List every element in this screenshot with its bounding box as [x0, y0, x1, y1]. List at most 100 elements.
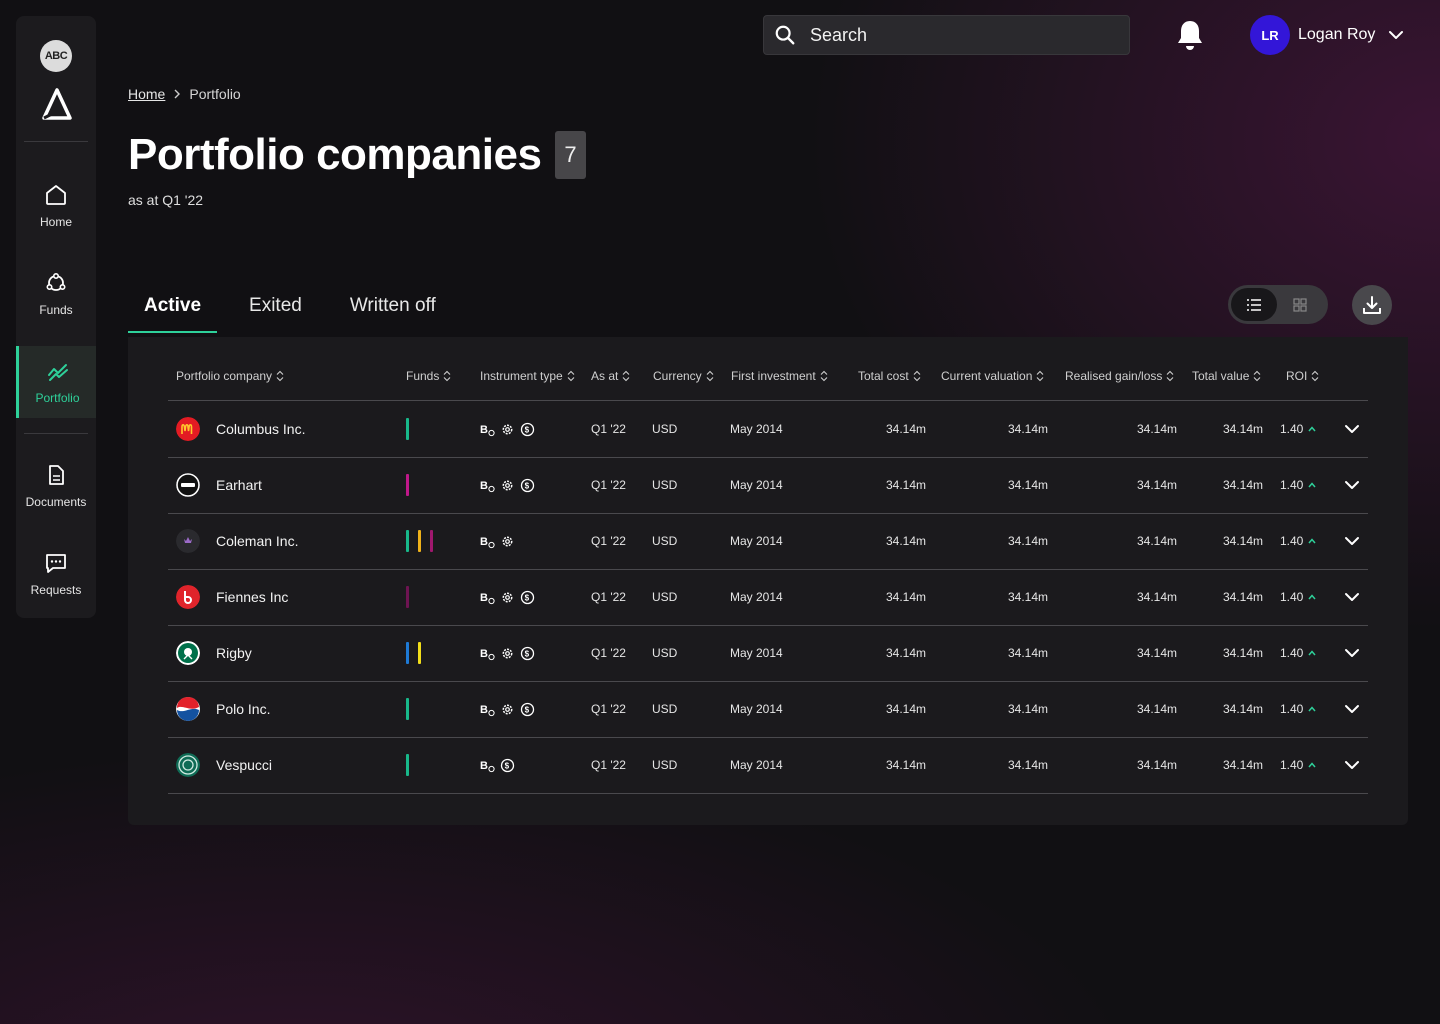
roi-value: 1.40 — [1280, 646, 1304, 660]
column-header-company[interactable]: Portfolio company — [176, 369, 284, 383]
company-cell[interactable]: Columbus Inc. — [176, 401, 305, 457]
sidebar-divider — [24, 433, 88, 434]
as-at-cell: Q1 '22 — [591, 758, 626, 772]
realised-gain-loss-cell: 34.14m — [1137, 646, 1178, 660]
search-bar[interactable] — [763, 15, 1130, 55]
column-label: Current valuation — [941, 369, 1033, 383]
table-row[interactable]: Polo Inc. B $ Q1 '22 USD May 2014 34.14m 34.14m… — [168, 681, 1368, 738]
list-view-button[interactable] — [1231, 288, 1277, 321]
sidebar-item-label: Home — [39, 215, 72, 229]
gear-icon — [502, 592, 513, 602]
current-valuation-cell: 34.14m — [1008, 702, 1049, 716]
column-header-total-value[interactable]: Total value — [1192, 369, 1261, 383]
fund-color-bar — [406, 698, 409, 720]
roi-cell: 1.40 — [1280, 681, 1316, 737]
sidebar-item-home[interactable]: Home — [16, 170, 96, 242]
company-cell[interactable]: Vespucci — [176, 737, 272, 793]
company-cell[interactable]: Fiennes Inc — [176, 569, 288, 625]
table-row[interactable]: Coleman Inc. B Q1 '22 USD May 2014 34.14m 34.1… — [168, 513, 1368, 570]
realised-gain-loss-cell: 34.14m — [1137, 478, 1178, 492]
current-valuation-cell: 34.14m — [1008, 590, 1049, 604]
table-row[interactable]: Vespucci B $ Q1 '22 USD May 2014 34.14m 34.14m 3… — [168, 737, 1368, 794]
chat-icon — [46, 554, 66, 573]
table-row[interactable]: Columbus Inc. B $ Q1 '22 USD May 2014 34.14m 34… — [168, 401, 1368, 458]
grid-view-button[interactable] — [1277, 288, 1323, 321]
company-name: Earhart — [216, 477, 262, 493]
currency-cell: USD — [652, 646, 678, 660]
tab-written-off[interactable]: Written off — [334, 285, 452, 333]
chevron-right-icon — [174, 89, 181, 99]
funds-cell — [406, 457, 418, 513]
roi-up-arrow-icon — [1308, 706, 1316, 712]
company-cell[interactable]: Rigby — [176, 625, 252, 681]
sidebar-item-documents[interactable]: Documents — [16, 450, 96, 522]
sort-icon — [706, 370, 714, 382]
tab-active[interactable]: Active — [128, 285, 218, 333]
breadcrumb-home-link[interactable]: Home — [128, 86, 165, 102]
tab-exited[interactable]: Exited — [233, 285, 318, 333]
column-header-first-investment[interactable]: First investment — [731, 369, 828, 383]
svg-text:$: $ — [505, 761, 510, 770]
company-cell[interactable]: Polo Inc. — [176, 681, 270, 737]
column-label: As at — [591, 369, 619, 383]
status-tabs: Active Exited Written off — [128, 285, 468, 333]
column-header-realised-gain-loss[interactable]: Realised gain/loss — [1065, 369, 1174, 383]
expand-row-chevron-icon[interactable] — [1343, 644, 1361, 662]
org-badge[interactable]: ABC — [40, 40, 72, 72]
column-label: Realised gain/loss — [1065, 369, 1163, 383]
roi-up-arrow-icon — [1308, 538, 1316, 544]
sort-icon — [820, 370, 828, 382]
column-label: Instrument type — [480, 369, 563, 383]
expand-row-chevron-icon[interactable] — [1343, 700, 1361, 718]
currency-cell: USD — [652, 702, 678, 716]
expand-row-chevron-icon[interactable] — [1343, 476, 1361, 494]
column-header-as-at[interactable]: As at — [591, 369, 630, 383]
table-row[interactable]: Fiennes Inc B $ Q1 '22 USD May 2014 34.14m 34.1… — [168, 569, 1368, 626]
roi-up-arrow-icon — [1308, 594, 1316, 600]
app-logo-icon[interactable] — [40, 86, 74, 120]
column-header-currency[interactable]: Currency — [653, 369, 714, 383]
column-header-roi[interactable]: ROI — [1286, 369, 1319, 383]
company-cell[interactable]: Coleman Inc. — [176, 513, 298, 569]
expand-row-chevron-icon[interactable] — [1343, 756, 1361, 774]
expand-row-chevron-icon[interactable] — [1343, 420, 1361, 438]
current-valuation-cell: 34.14m — [1008, 422, 1049, 436]
search-input[interactable] — [808, 23, 1112, 47]
expand-row-chevron-icon[interactable] — [1343, 532, 1361, 550]
column-header-instrument-type[interactable]: Instrument type — [480, 369, 575, 383]
svg-text:B: B — [480, 536, 488, 548]
currency-cell: USD — [652, 422, 678, 436]
first-investment-cell: May 2014 — [730, 590, 783, 604]
user-menu[interactable]: LR Logan Roy — [1250, 15, 1405, 55]
download-button[interactable] — [1352, 285, 1392, 325]
roi-up-arrow-icon — [1308, 426, 1316, 432]
instrument-type-cell: B $ — [480, 625, 540, 681]
fund-color-bar — [406, 474, 409, 496]
total-cost-cell: 34.14m — [886, 702, 927, 716]
as-at-cell: Q1 '22 — [591, 646, 626, 660]
svg-text:B: B — [480, 760, 488, 772]
notification-bell-icon[interactable] — [1175, 18, 1205, 52]
column-header-funds[interactable]: Funds — [406, 369, 451, 383]
fund-color-bar — [406, 586, 409, 608]
table-row[interactable]: Earhart B $ Q1 '22 USD May 2014 34.14m 34.14m 34… — [168, 457, 1368, 514]
expand-row-chevron-icon[interactable] — [1343, 588, 1361, 606]
company-cell[interactable]: Earhart — [176, 457, 262, 513]
sidebar-item-requests[interactable]: Requests — [16, 538, 96, 610]
column-header-current-valuation[interactable]: Current valuation — [941, 369, 1044, 383]
column-header-total-cost[interactable]: Total cost — [858, 369, 921, 383]
funds-cell — [406, 401, 418, 457]
sidebar-item-funds[interactable]: Funds — [16, 258, 96, 330]
roi-cell: 1.40 — [1280, 625, 1316, 681]
sidebar-item-portfolio[interactable]: Portfolio — [16, 346, 96, 418]
portfolio-icon — [47, 364, 68, 381]
roi-value: 1.40 — [1280, 534, 1304, 548]
fund-color-bar — [406, 642, 409, 664]
column-label: Total value — [1192, 369, 1250, 383]
sidebar-item-label: Portfolio — [35, 391, 80, 405]
total-value-cell: 34.14m — [1223, 646, 1264, 660]
table-row[interactable]: Rigby B $ Q1 '22 USD May 2014 34.14m 34.14m 34.1… — [168, 625, 1368, 682]
sidebar: ABC Home Funds Portfolio Documents Reque… — [16, 16, 96, 618]
column-label: Portfolio company — [176, 369, 273, 383]
roi-cell: 1.40 — [1280, 737, 1316, 793]
